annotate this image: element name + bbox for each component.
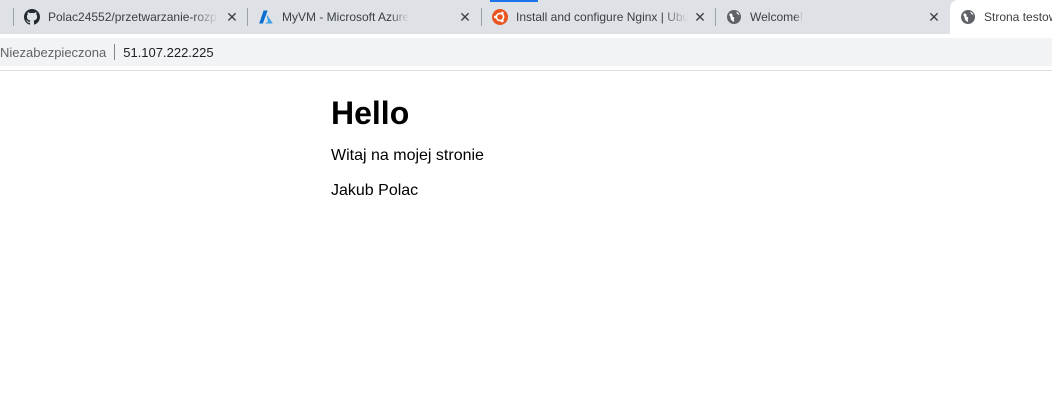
globe-icon: [960, 9, 976, 25]
tab-separator: [715, 8, 716, 26]
tab-welcome[interactable]: Welcome! ✕: [726, 0, 948, 34]
tab-strona-testowa[interactable]: Strona testowa: [950, 0, 1052, 34]
welcome-paragraph: Witaj na mojej stronie: [331, 147, 484, 164]
security-status[interactable]: Niezabezpieczona: [0, 45, 106, 60]
close-icon[interactable]: ✕: [224, 9, 240, 25]
github-icon: [24, 9, 40, 25]
tab-label: Welcome!: [750, 10, 804, 24]
tab-separator: [481, 8, 482, 26]
tab-separator: [13, 8, 14, 26]
close-icon[interactable]: ✕: [926, 9, 942, 25]
tab-strip: ✕ Polac24552/przetwarzanie-rozproszone ✕…: [0, 0, 1052, 34]
ubuntu-icon: [492, 9, 508, 25]
url-text[interactable]: 51.107.222.225: [123, 45, 213, 60]
tab-github[interactable]: Polac24552/przetwarzanie-rozproszone ✕: [24, 0, 246, 34]
address-bar[interactable]: Niezabezpieczona 51.107.222.225: [0, 38, 1052, 66]
tab-label: MyVM - Microsoft Azure: [282, 10, 410, 24]
browser-chrome: ✕ Polac24552/przetwarzanie-rozproszone ✕…: [0, 0, 1052, 71]
tab-azure[interactable]: MyVM - Microsoft Azure ✕: [258, 0, 480, 34]
close-icon[interactable]: ✕: [0, 9, 3, 25]
toolbar: Niezabezpieczona 51.107.222.225: [0, 34, 1052, 70]
tab-ubuntu[interactable]: Install and configure Nginx | Ubuntu ✕: [492, 0, 714, 34]
close-icon[interactable]: ✕: [457, 9, 473, 25]
tab-label: Install and configure Nginx | Ubuntu: [516, 10, 688, 24]
author-paragraph: Jakub Polac: [331, 182, 419, 199]
page-content: Hello Witaj na mojej stronie Jakub Polac: [331, 71, 931, 200]
web-page: Hello Witaj na mojej stronie Jakub Polac: [0, 71, 1052, 416]
tab-partial-left[interactable]: ✕: [0, 0, 8, 34]
address-separator: [114, 44, 116, 60]
close-icon[interactable]: ✕: [692, 9, 708, 25]
tab-label: Strona testowa: [984, 10, 1052, 24]
tab-separator: [247, 8, 248, 26]
globe-icon: [726, 9, 742, 25]
page-heading: Hello: [331, 95, 410, 131]
azure-icon: [258, 9, 274, 25]
tab-label: Polac24552/przetwarzanie-rozproszone: [48, 10, 218, 24]
